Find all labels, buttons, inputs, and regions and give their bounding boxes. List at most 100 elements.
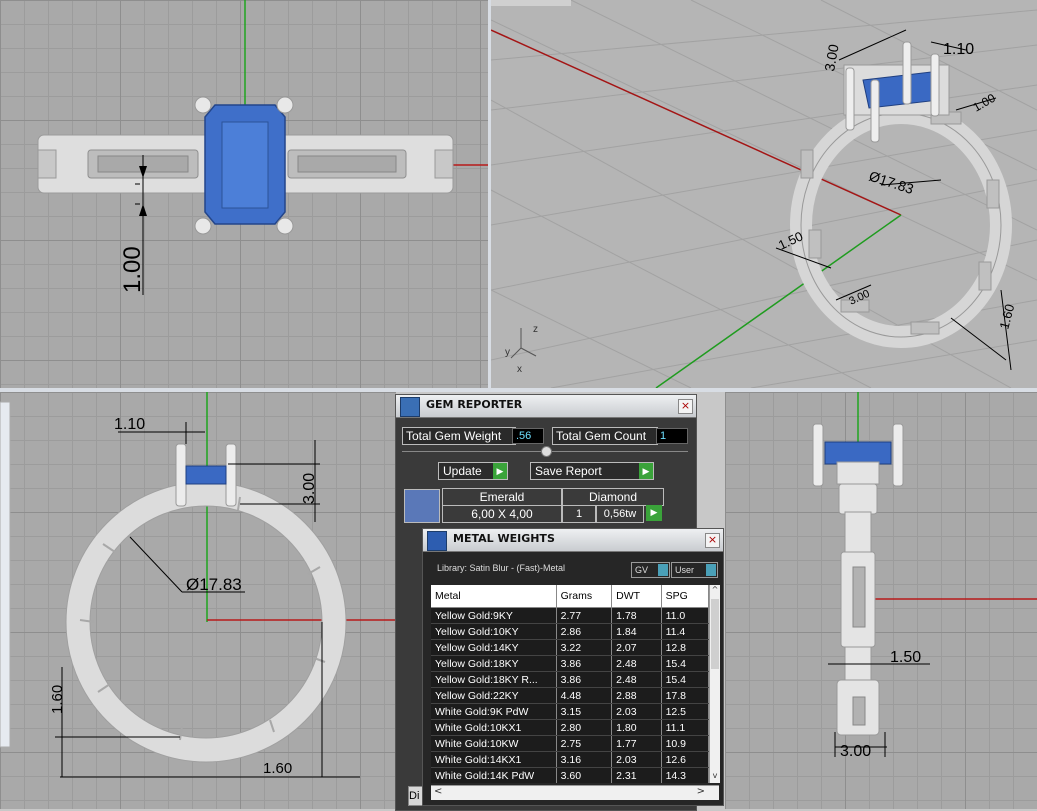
- metal-weights-panel: METAL WEIGHTS × Library: Satin Blur - (F…: [422, 528, 724, 806]
- right-view-drawing: 1.50 3.00: [812, 392, 1037, 760]
- col-spg[interactable]: SPG: [661, 585, 709, 608]
- grams-value: 3.16: [556, 751, 613, 768]
- table-row[interactable]: Yellow Gold:18KY 3.86 2.48 15.4: [431, 655, 709, 672]
- gem-size: 6,00 X 4,00: [442, 505, 562, 523]
- gem-weight: 0,56tw: [596, 505, 644, 523]
- table-row[interactable]: Yellow Gold:18KY R... 3.86 2.48 15.4: [431, 671, 709, 688]
- right-dim-link: 3.00: [840, 743, 871, 760]
- front-dim-prong-w: 1.10: [114, 416, 145, 433]
- gv-toggle[interactable]: GV: [631, 562, 670, 578]
- metal-name: Yellow Gold:14KY: [431, 639, 557, 656]
- front-dim-side: 1.60: [49, 685, 66, 714]
- grams-value: 3.86: [556, 655, 613, 672]
- scroll-up-icon[interactable]: ^: [710, 585, 720, 597]
- right-viewport[interactable]: 1.50 3.00: [725, 392, 1037, 809]
- vertical-scrollbar[interactable]: ^ v: [709, 585, 720, 783]
- collapse-handle-icon[interactable]: [541, 446, 552, 457]
- perspective-drawing: 1.10 3.00 1.00 Ø17.83 1.50 3.00 1.60 z y…: [491, 0, 1037, 388]
- gem-reporter-close-icon[interactable]: ×: [678, 399, 693, 414]
- user-toggle[interactable]: User: [671, 562, 718, 578]
- horizontal-scrollbar[interactable]: < >: [431, 785, 719, 800]
- axis-y: y: [505, 347, 510, 358]
- update-button[interactable]: Update ▶: [438, 462, 508, 480]
- metal-weights-titlebar[interactable]: METAL WEIGHTS ×: [423, 529, 723, 552]
- col-dwt[interactable]: DWT: [611, 585, 662, 608]
- table-row[interactable]: White Gold:10KX1 2.80 1.80 11.1: [431, 719, 709, 736]
- persp-dim-prong-w: 1.10: [943, 41, 974, 58]
- grams-value: 2.77: [556, 607, 613, 624]
- gem-reporter-icon: [400, 397, 420, 417]
- gem-reporter-titlebar[interactable]: GEM REPORTER ×: [396, 395, 696, 418]
- save-report-button[interactable]: Save Report ▶: [530, 462, 654, 480]
- dwt-value: 2.03: [611, 751, 662, 768]
- metal-weights-icon: [427, 531, 447, 551]
- table-row[interactable]: White Gold:14K PdW 3.60 2.31 14.3: [431, 767, 709, 783]
- gem-go-icon[interactable]: ▶: [646, 505, 662, 521]
- col-grams[interactable]: Grams: [556, 585, 613, 608]
- grams-value: 3.60: [556, 767, 613, 783]
- metal-table: Metal Grams DWT SPG Yellow Gold:9KY 2.77 1…: [431, 585, 709, 783]
- metal-name: White Gold:14K PdW: [431, 767, 557, 783]
- col-metal[interactable]: Metal: [431, 585, 557, 608]
- grams-value: 2.86: [556, 623, 613, 640]
- spg-value: 10.9: [661, 735, 709, 752]
- metal-weights-close-icon[interactable]: ×: [705, 533, 720, 548]
- scroll-down-icon[interactable]: v: [710, 771, 720, 783]
- grams-value: 3.15: [556, 703, 613, 720]
- metal-name: White Gold:10KX1: [431, 719, 557, 736]
- metal-name: Yellow Gold:18KY: [431, 655, 557, 672]
- total-gem-weight-label: Total Gem Weight: [402, 427, 516, 445]
- spg-value: 11.4: [661, 623, 709, 640]
- spg-value: 14.3: [661, 767, 709, 783]
- total-gem-count-value: 1: [656, 428, 688, 444]
- table-row[interactable]: Yellow Gold:14KY 3.22 2.07 12.8: [431, 639, 709, 656]
- dwt-value: 2.48: [611, 655, 662, 672]
- gem-shape-icon: [404, 489, 440, 523]
- table-row[interactable]: White Gold:14KX1 3.16 2.03 12.6: [431, 751, 709, 768]
- front-viewport[interactable]: 1.10 3.00 Ø17.83 1.60 1.60: [0, 392, 396, 809]
- metal-name: White Gold:9K PdW: [431, 703, 557, 720]
- axis-x: x: [517, 364, 522, 375]
- save-report-label: Save Report: [535, 464, 602, 478]
- metal-name: Yellow Gold:10KY: [431, 623, 557, 640]
- top-viewport[interactable]: 1.00: [0, 0, 488, 388]
- front-dim-bottom: 1.60: [263, 760, 292, 777]
- metal-name: Yellow Gold:9KY: [431, 607, 557, 624]
- front-dim-diameter: Ø17.83: [186, 575, 242, 594]
- spg-value: 15.4: [661, 655, 709, 672]
- metal-weights-title: METAL WEIGHTS: [453, 532, 555, 545]
- metal-table-container[interactable]: Metal Grams DWT SPG Yellow Gold:9KY 2.77 1…: [431, 585, 709, 783]
- scroll-left-icon[interactable]: <: [434, 786, 442, 797]
- spg-value: 11.1: [661, 719, 709, 736]
- metal-name: White Gold:10KW: [431, 735, 557, 752]
- dwt-value: 2.31: [611, 767, 662, 783]
- grams-value: 4.48: [556, 687, 613, 704]
- table-row[interactable]: White Gold:9K PdW 3.15 2.03 12.5: [431, 703, 709, 720]
- user-label: User: [675, 565, 695, 575]
- user-indicator-icon: [706, 564, 716, 576]
- viewport-divider-v[interactable]: [488, 0, 491, 388]
- scroll-right-icon[interactable]: >: [697, 786, 705, 797]
- scroll-thumb[interactable]: [711, 599, 719, 669]
- update-go-icon: ▶: [493, 463, 507, 479]
- table-row[interactable]: Yellow Gold:22KY 4.48 2.88 17.8: [431, 687, 709, 704]
- top-dim-depth: 1.00: [119, 246, 146, 293]
- table-row[interactable]: Yellow Gold:10KY 2.86 1.84 11.4: [431, 623, 709, 640]
- spg-value: 15.4: [661, 671, 709, 688]
- persp-dim-diameter: Ø17.83: [867, 168, 916, 197]
- spg-value: 12.8: [661, 639, 709, 656]
- gv-indicator-icon: [658, 564, 668, 576]
- metal-name: Yellow Gold:22KY: [431, 687, 557, 704]
- gem-reporter-title: GEM REPORTER: [426, 398, 523, 411]
- total-gem-count-label: Total Gem Count: [552, 427, 658, 445]
- perspective-viewport[interactable]: 1.10 3.00 1.00 Ø17.83 1.50 3.00 1.60 z y…: [491, 0, 1037, 388]
- gem-material: Diamond: [562, 488, 664, 506]
- update-button-label: Update: [443, 464, 482, 478]
- save-go-icon: ▶: [639, 463, 653, 479]
- library-label: Library: Satin Blur - (Fast)-Metal: [437, 563, 566, 573]
- dwt-value: 1.80: [611, 719, 662, 736]
- table-row[interactable]: White Gold:10KW 2.75 1.77 10.9: [431, 735, 709, 752]
- table-row[interactable]: Yellow Gold:9KY 2.77 1.78 11.0: [431, 607, 709, 624]
- metal-name: White Gold:14KX1: [431, 751, 557, 768]
- total-gem-weight-value: .56: [512, 428, 544, 444]
